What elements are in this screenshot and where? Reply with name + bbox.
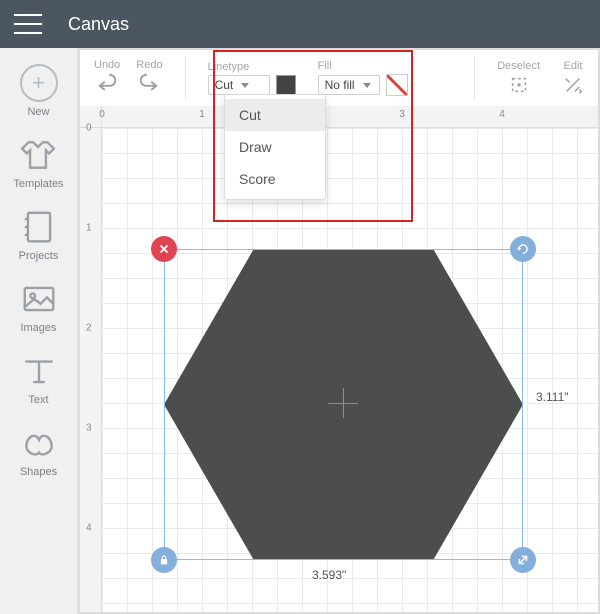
image-icon <box>20 280 58 318</box>
rail-label: Shapes <box>20 466 57 478</box>
fill-select[interactable]: No fill <box>318 75 380 95</box>
chevron-down-icon <box>363 83 371 88</box>
fill-label: Fill <box>318 60 332 72</box>
rail-label: Templates <box>13 178 63 190</box>
edit-tools-icon[interactable] <box>562 74 584 96</box>
canvas-grid[interactable]: 3.593" 3.111" <box>102 128 598 612</box>
linetype-select[interactable]: Cut <box>208 75 270 95</box>
rotate-handle[interactable] <box>510 236 536 262</box>
notebook-icon <box>20 208 58 246</box>
linetype-label: Linetype <box>208 61 250 73</box>
rail-text[interactable]: Text <box>20 352 58 406</box>
rail-projects[interactable]: Projects <box>19 208 59 262</box>
ruler-tick: 3 <box>86 423 92 434</box>
rail-images[interactable]: Images <box>20 280 58 334</box>
deselect-label: Deselect <box>497 60 540 72</box>
ruler-tick: 2 <box>86 323 92 334</box>
height-readout: 3.111" <box>536 390 569 404</box>
fill-nofill-swatch[interactable] <box>386 74 408 96</box>
undo-label: Undo <box>94 59 120 71</box>
rail-shapes[interactable]: Shapes <box>20 424 58 478</box>
ruler-tick: 3 <box>399 109 405 120</box>
ruler-tick: 1 <box>86 223 92 234</box>
rail-new[interactable]: + New <box>20 64 58 118</box>
delete-handle[interactable] <box>151 236 177 262</box>
rail-label: New <box>27 106 49 118</box>
rail-label: Text <box>28 394 48 406</box>
app-header: Canvas <box>0 0 600 48</box>
linetype-option-cut[interactable]: Cut <box>225 99 325 131</box>
edit-toolbar: Undo Redo Linetype Cut <box>80 50 598 106</box>
ruler-tick: 4 <box>499 109 505 120</box>
edit-group: Edit <box>562 60 584 96</box>
ruler-vertical: 0 1 2 3 4 <box>80 128 102 612</box>
tshirt-icon <box>19 136 57 174</box>
ruler-tick: 0 <box>99 109 105 120</box>
ruler-horizontal: 0 1 2 3 4 5 <box>102 106 598 128</box>
linetype-group: Linetype Cut <box>208 61 296 95</box>
rail-label: Projects <box>19 250 59 262</box>
rail-templates[interactable]: Templates <box>13 136 63 190</box>
scale-handle[interactable] <box>510 547 536 573</box>
ruler-tick: 4 <box>86 523 92 534</box>
selection-bbox[interactable] <box>164 249 523 560</box>
fill-group: Fill No fill <box>318 60 408 96</box>
undo-icon[interactable] <box>96 73 118 98</box>
plus-icon: + <box>20 64 58 102</box>
ruler-tick: 1 <box>199 109 205 120</box>
rail-label: Images <box>20 322 56 334</box>
linetype-option-score[interactable]: Score <box>225 163 325 195</box>
linetype-option-draw[interactable]: Draw <box>225 131 325 163</box>
menu-icon[interactable] <box>14 14 42 34</box>
deselect-group: Deselect <box>497 60 540 96</box>
linetype-dropdown: Cut Draw Score <box>224 94 326 200</box>
tool-rail: + New Templates Projects Images Text Sha… <box>0 48 78 614</box>
edit-label: Edit <box>564 60 583 72</box>
fill-value: No fill <box>325 78 355 92</box>
linetype-color-swatch[interactable] <box>276 75 296 95</box>
chevron-down-icon <box>241 83 249 88</box>
redo-icon[interactable] <box>138 73 160 98</box>
shapes-icon <box>20 424 58 462</box>
linetype-value: Cut <box>215 78 234 92</box>
lock-handle[interactable] <box>151 547 177 573</box>
canvas[interactable]: 0 1 2 3 4 5 0 1 2 3 4 <box>80 106 598 612</box>
stage: Undo Redo Linetype Cut <box>78 48 600 614</box>
text-icon <box>20 352 58 390</box>
redo-label: Redo <box>136 59 162 71</box>
page-title: Canvas <box>68 14 129 35</box>
width-readout: 3.593" <box>312 568 346 582</box>
undo-redo-group: Undo Redo <box>94 59 163 98</box>
ruler-tick: 0 <box>86 123 92 134</box>
deselect-icon[interactable] <box>508 74 530 96</box>
